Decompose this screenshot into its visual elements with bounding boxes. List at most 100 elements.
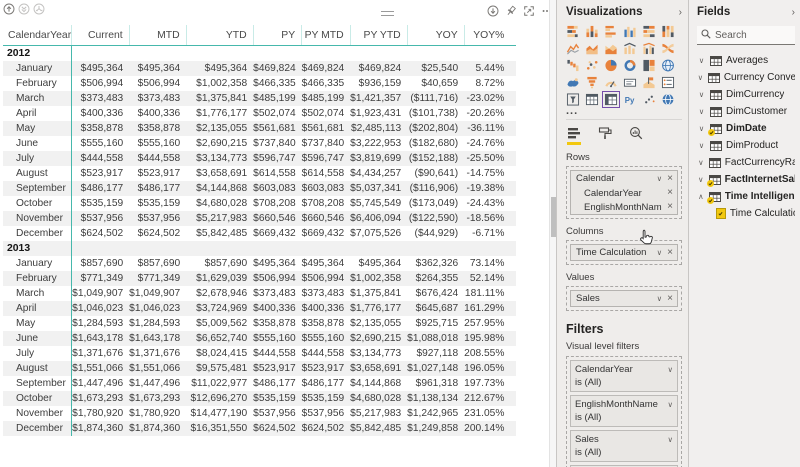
matrix-cell[interactable]: $1,088,018 xyxy=(407,331,464,346)
matrix-cell[interactable]: $614,558 xyxy=(302,166,351,181)
year-label[interactable]: 2012 xyxy=(3,46,72,62)
matrix-cell[interactable]: $6,406,094 xyxy=(350,211,407,226)
matrix-cell[interactable]: $535,159 xyxy=(253,391,302,406)
matrix-cell[interactable]: $5,037,341 xyxy=(350,181,407,196)
matrix-cell[interactable]: $486,177 xyxy=(129,181,186,196)
viz-icon-card[interactable] xyxy=(623,76,637,89)
chevron-down-icon[interactable]: ∨ xyxy=(697,90,706,99)
matrix-cell[interactable]: -36.11% xyxy=(464,121,516,136)
matrix-cell[interactable]: $9,575,481 xyxy=(186,361,253,376)
month-label[interactable]: March xyxy=(3,286,72,301)
viz-icon-pie-chart[interactable] xyxy=(604,59,618,72)
matrix-cell[interactable]: $14,477,190 xyxy=(186,406,253,421)
matrix-cell[interactable]: $5,745,549 xyxy=(350,196,407,211)
matrix-cell[interactable]: $5,217,983 xyxy=(350,406,407,421)
matrix-cell[interactable]: -23.02% xyxy=(464,91,516,106)
matrix-cell[interactable]: $1,284,593 xyxy=(72,316,130,331)
matrix-cell[interactable]: $537,956 xyxy=(302,406,351,421)
matrix-cell[interactable]: $485,199 xyxy=(253,91,302,106)
matrix-cell[interactable]: $561,681 xyxy=(253,121,302,136)
fields-table-averages[interactable]: ∨Averages xyxy=(697,52,795,69)
field-pill-header[interactable]: Sales∨× xyxy=(571,291,677,306)
viz-icon-stacked-bar-chart[interactable] xyxy=(566,25,580,38)
month-label[interactable]: January xyxy=(3,256,72,271)
matrix-cell[interactable]: $502,074 xyxy=(302,106,351,121)
matrix-cell[interactable]: 52.14% xyxy=(464,271,516,286)
matrix-cell[interactable]: -18.56% xyxy=(464,211,516,226)
matrix-cell[interactable]: $1,371,676 xyxy=(129,346,186,361)
matrix-cell[interactable]: -24.43% xyxy=(464,196,516,211)
matrix-cell[interactable]: $523,917 xyxy=(72,166,130,181)
remove-field-icon[interactable]: × xyxy=(667,189,673,197)
month-label[interactable]: February xyxy=(3,76,72,91)
matrix-cell[interactable]: ($101,738) xyxy=(407,106,464,121)
matrix-cell[interactable]: $506,994 xyxy=(302,271,351,286)
matrix-cell[interactable]: $660,546 xyxy=(253,211,302,226)
matrix-cell[interactable]: -14.75% xyxy=(464,166,516,181)
visual-drag-handle[interactable] xyxy=(381,11,394,16)
month-label[interactable]: May xyxy=(3,316,72,331)
matrix-cell[interactable]: $3,134,773 xyxy=(350,346,407,361)
month-label[interactable]: December xyxy=(3,226,72,241)
column-header[interactable]: PY YTD xyxy=(350,25,407,46)
matrix-cell[interactable]: $555,160 xyxy=(302,331,351,346)
format-tab[interactable] xyxy=(598,126,612,145)
matrix-cell[interactable]: $264,355 xyxy=(407,271,464,286)
matrix-cell[interactable]: $466,335 xyxy=(253,76,302,91)
matrix-cell[interactable]: $495,364 xyxy=(186,61,253,76)
field-item-time-calculation[interactable]: Time Calculation xyxy=(697,205,795,222)
matrix-cell[interactable]: $373,483 xyxy=(72,91,130,106)
more-visuals-button[interactable]: ... xyxy=(566,107,682,116)
viz-icon-ribbon-chart[interactable] xyxy=(661,42,675,55)
chevron-down-icon[interactable]: ∨ xyxy=(697,107,706,116)
matrix-cell[interactable]: $1,447,496 xyxy=(72,376,130,391)
matrix-cell[interactable]: $469,824 xyxy=(302,61,351,76)
matrix-cell[interactable]: $1,643,178 xyxy=(129,331,186,346)
chevron-down-icon[interactable]: ∨ xyxy=(657,248,663,257)
remove-field-icon[interactable]: × xyxy=(667,203,673,211)
viz-icon-map[interactable] xyxy=(661,59,675,72)
matrix-cell[interactable]: $6,652,740 xyxy=(186,331,253,346)
chevron-down-icon[interactable]: ∨ xyxy=(668,365,674,374)
viz-icon-python-visual[interactable]: Py xyxy=(623,93,637,106)
matrix-cell[interactable]: ($122,590) xyxy=(407,211,464,226)
matrix-cell[interactable]: $1,874,360 xyxy=(129,421,186,436)
month-label[interactable]: April xyxy=(3,301,72,316)
month-label[interactable]: June xyxy=(3,331,72,346)
month-label[interactable]: June xyxy=(3,136,72,151)
matrix-cell[interactable]: $1,046,023 xyxy=(72,301,130,316)
matrix-cell[interactable]: $506,994 xyxy=(129,76,186,91)
collapse-pane-icon[interactable]: › xyxy=(679,7,682,18)
matrix-cell[interactable]: $502,074 xyxy=(253,106,302,121)
matrix-cell[interactable]: $466,335 xyxy=(302,76,351,91)
column-header[interactable]: YOY% xyxy=(464,25,516,46)
month-label[interactable]: October xyxy=(3,196,72,211)
chevron-down-icon[interactable]: ∨ xyxy=(697,158,705,167)
matrix-cell[interactable]: $495,364 xyxy=(302,256,351,271)
chevron-down-icon[interactable]: ∨ xyxy=(668,400,674,409)
viz-icon-gauge[interactable] xyxy=(604,76,618,89)
matrix-cell[interactable]: $925,715 xyxy=(407,316,464,331)
matrix-cell[interactable]: $614,558 xyxy=(253,166,302,181)
column-header[interactable]: YTD xyxy=(186,25,253,46)
collapse-pane-icon[interactable]: › xyxy=(792,7,795,18)
viz-icon-treemap[interactable] xyxy=(642,59,656,72)
matrix-cell[interactable]: $771,349 xyxy=(129,271,186,286)
month-label[interactable]: May xyxy=(3,121,72,136)
matrix-cell[interactable]: $358,878 xyxy=(253,316,302,331)
matrix-cell[interactable]: $362,326 xyxy=(407,256,464,271)
matrix-cell[interactable]: $3,819,699 xyxy=(350,151,407,166)
viz-icon-r-script-visual[interactable] xyxy=(642,93,656,106)
matrix-cell[interactable]: $624,502 xyxy=(129,226,186,241)
matrix-cell[interactable]: $7,075,526 xyxy=(350,226,407,241)
filter-card[interactable]: EnglishMonthName∨ is (All) xyxy=(570,395,678,427)
matrix-cell[interactable]: $1,551,066 xyxy=(129,361,186,376)
month-label[interactable]: January xyxy=(3,61,72,76)
analytics-tab[interactable] xyxy=(629,126,643,145)
viz-icon-funnel[interactable] xyxy=(585,76,599,89)
matrix-cell[interactable]: $506,994 xyxy=(253,271,302,286)
matrix-cell[interactable]: $485,199 xyxy=(302,91,351,106)
matrix-cell[interactable]: $645,687 xyxy=(407,301,464,316)
field-pill-child[interactable]: EnglishMonthName× xyxy=(571,200,677,214)
viz-icon-100-stacked-column-chart[interactable] xyxy=(661,25,675,38)
